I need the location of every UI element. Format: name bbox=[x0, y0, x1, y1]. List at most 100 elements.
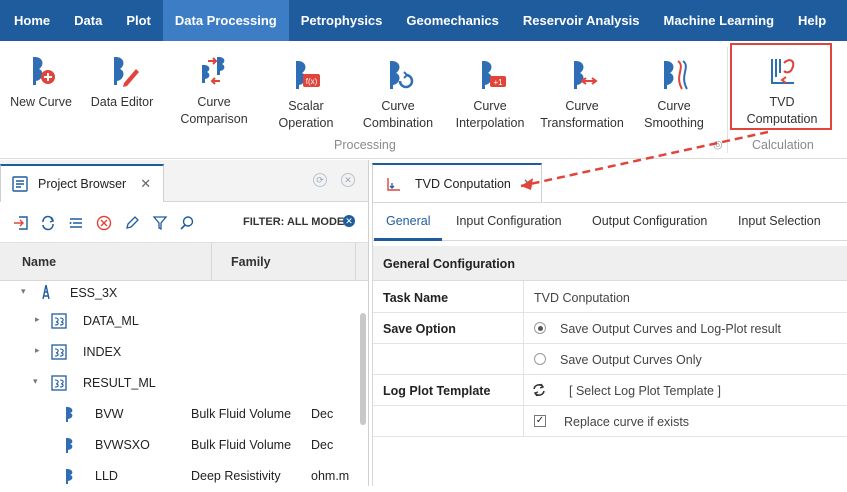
collapse-ribbon-icon[interactable]: ▲ bbox=[838, 0, 847, 41]
menu-data-processing[interactable]: Data Processing bbox=[162, 0, 289, 41]
save-option-radio-1[interactable] bbox=[534, 322, 546, 334]
tree-row-well[interactable]: ▾ ESS_3X bbox=[0, 278, 360, 309]
scalar-operation-label-1: Scalar bbox=[288, 99, 324, 113]
svg-text:+1: +1 bbox=[493, 78, 503, 87]
refresh-panel-icon[interactable]: ⟳ bbox=[313, 173, 327, 187]
collapse-chevron-icon[interactable]: ▾ bbox=[21, 286, 26, 297]
curve-interpolation-label-2: Interpolation bbox=[455, 116, 525, 130]
data-editor-button[interactable]: Data Editor bbox=[89, 41, 155, 111]
close-icon[interactable]: ✕ bbox=[523, 176, 534, 192]
save-option-2-label[interactable]: Save Output Curves Only bbox=[560, 353, 702, 367]
curve-smoothing-button[interactable]: Curve Smoothing bbox=[640, 41, 708, 132]
curve-comparison-button[interactable]: Curve Comparison bbox=[180, 41, 248, 128]
new-curve-icon bbox=[33, 57, 55, 85]
curve-family: Deep Resistivity bbox=[191, 469, 281, 483]
delete-icon[interactable] bbox=[96, 215, 112, 231]
curve-icon bbox=[66, 469, 73, 484]
filter-icon[interactable] bbox=[152, 215, 168, 231]
save-option-label: Save Option bbox=[383, 322, 456, 336]
row-replace-curve: ✓ Replace curve if exists bbox=[373, 406, 847, 437]
column-header-name[interactable]: Name bbox=[22, 255, 56, 269]
save-option-radio-2[interactable] bbox=[534, 353, 546, 365]
list-icon[interactable] bbox=[68, 215, 84, 231]
column-header-family[interactable]: Family bbox=[231, 255, 271, 269]
curve-smoothing-label-1: Curve bbox=[657, 99, 691, 113]
task-name-field[interactable]: TVD Conputation bbox=[534, 291, 630, 305]
curve-combination-button[interactable]: Curve Combination bbox=[360, 41, 436, 132]
tab-general[interactable]: General bbox=[386, 214, 430, 228]
replace-curve-checkbox[interactable]: ✓ bbox=[534, 415, 546, 427]
grid-header: Name Family bbox=[0, 243, 368, 281]
search-icon[interactable] bbox=[179, 215, 195, 231]
tree-item-label: ESS_3X bbox=[70, 286, 118, 300]
row-task-name: Task Name TVD Conputation bbox=[373, 282, 847, 313]
tree-row-dataset[interactable]: ▸ INDEX bbox=[0, 337, 360, 368]
tab-project-browser-label: Project Browser bbox=[38, 177, 127, 191]
data-editor-label: Data Editor bbox=[90, 95, 154, 109]
scalar-operation-label-2: Operation bbox=[278, 116, 334, 130]
scalar-operation-icon: f(x) bbox=[296, 61, 320, 89]
close-panel-icon[interactable]: ✕ bbox=[341, 173, 355, 187]
tree-row-dataset[interactable]: ▸ DATA_ML bbox=[0, 306, 360, 337]
expand-chevron-icon[interactable]: ▸ bbox=[35, 345, 40, 356]
tab-tvd-computation-label: TVD Conputation bbox=[415, 177, 511, 191]
menu-data[interactable]: Data bbox=[62, 0, 114, 41]
clear-filter-icon[interactable]: ✕ bbox=[343, 215, 355, 227]
refresh-icon[interactable] bbox=[532, 383, 546, 397]
edit-icon[interactable] bbox=[124, 215, 140, 231]
group-label-calculation: Calculation bbox=[752, 138, 814, 152]
curve-interpolation-icon: +1 bbox=[482, 61, 506, 89]
dataset-icon bbox=[51, 313, 67, 329]
curve-icon bbox=[66, 438, 73, 453]
new-curve-button[interactable]: New Curve bbox=[10, 41, 72, 111]
menu-plot[interactable]: Plot bbox=[114, 0, 163, 41]
menu-home[interactable]: Home bbox=[2, 0, 62, 41]
curve-transformation-icon bbox=[574, 61, 598, 89]
close-icon[interactable]: ✕ bbox=[140, 176, 151, 192]
replace-curve-label[interactable]: Replace curve if exists bbox=[564, 415, 689, 429]
curve-unit: Dec bbox=[311, 407, 334, 421]
log-plot-template-select[interactable]: [ Select Log Plot Template ] bbox=[569, 384, 721, 398]
collapse-chevron-icon[interactable]: ▾ bbox=[33, 376, 38, 387]
tree-row-curve[interactable]: LLD Deep Resistivity ohm.m bbox=[0, 461, 360, 492]
save-option-1-label[interactable]: Save Output Curves and Log-Plot result bbox=[560, 322, 781, 336]
curve-family: Bulk Fluid Volume bbox=[191, 407, 292, 421]
tree-row-curve[interactable]: BVWSXO Bulk Fluid Volume Dec bbox=[0, 430, 360, 461]
section-title: General Configuration bbox=[373, 246, 847, 281]
vertical-scrollbar[interactable] bbox=[360, 313, 366, 425]
tvd-tab-icon bbox=[387, 178, 400, 191]
curve-combination-icon bbox=[390, 61, 414, 89]
property-column-divider bbox=[523, 281, 524, 436]
tab-input-selection[interactable]: Input Selection bbox=[738, 214, 821, 228]
tvd-highlight-box bbox=[730, 43, 832, 130]
ribbon: New Curve Data Editor Curve Comparison f… bbox=[0, 41, 847, 159]
tree-row-dataset[interactable]: ▾ RESULT_ML bbox=[0, 368, 360, 399]
curve-transformation-button[interactable]: Curve Transformation bbox=[540, 41, 624, 132]
tab-input-configuration[interactable]: Input Configuration bbox=[456, 214, 562, 228]
curve-smoothing-label-2: Smoothing bbox=[644, 116, 704, 130]
svg-text:f(x): f(x) bbox=[306, 77, 318, 86]
menu-petrophysics[interactable]: Petrophysics bbox=[289, 0, 395, 41]
scalar-operation-button[interactable]: f(x) Scalar Operation bbox=[274, 41, 338, 132]
tab-tvd-computation[interactable]: TVD Conputation ✕ bbox=[372, 163, 542, 203]
menu-bar: Home Data Plot Data Processing Petrophys… bbox=[0, 0, 847, 41]
group-label-processing: Processing bbox=[334, 138, 396, 152]
sync-icon[interactable] bbox=[40, 215, 56, 231]
tree-item-label: DATA_ML bbox=[83, 314, 139, 328]
group-expand-icon[interactable]: ◎ bbox=[713, 138, 723, 151]
dataset-icon bbox=[51, 375, 67, 391]
menu-help[interactable]: Help bbox=[786, 0, 838, 41]
curve-icon bbox=[66, 407, 73, 422]
curve-interpolation-button[interactable]: +1 Curve Interpolation bbox=[452, 41, 528, 132]
menu-reservoir-analysis[interactable]: Reservoir Analysis bbox=[511, 0, 652, 41]
tab-output-configuration[interactable]: Output Configuration bbox=[592, 214, 707, 228]
menu-machine-learning[interactable]: Machine Learning bbox=[652, 0, 787, 41]
data-editor-icon bbox=[114, 57, 139, 87]
tab-project-browser[interactable]: Project Browser ✕ bbox=[0, 164, 164, 202]
expand-chevron-icon[interactable]: ▸ bbox=[35, 314, 40, 325]
import-icon[interactable] bbox=[13, 215, 29, 231]
menu-geomechanics[interactable]: Geomechanics bbox=[394, 0, 511, 41]
tree-row-curve[interactable]: BVW Bulk Fluid Volume Dec bbox=[0, 399, 360, 430]
tree-item-label: INDEX bbox=[83, 345, 122, 359]
curve-comparison-label-1: Curve bbox=[197, 95, 231, 109]
